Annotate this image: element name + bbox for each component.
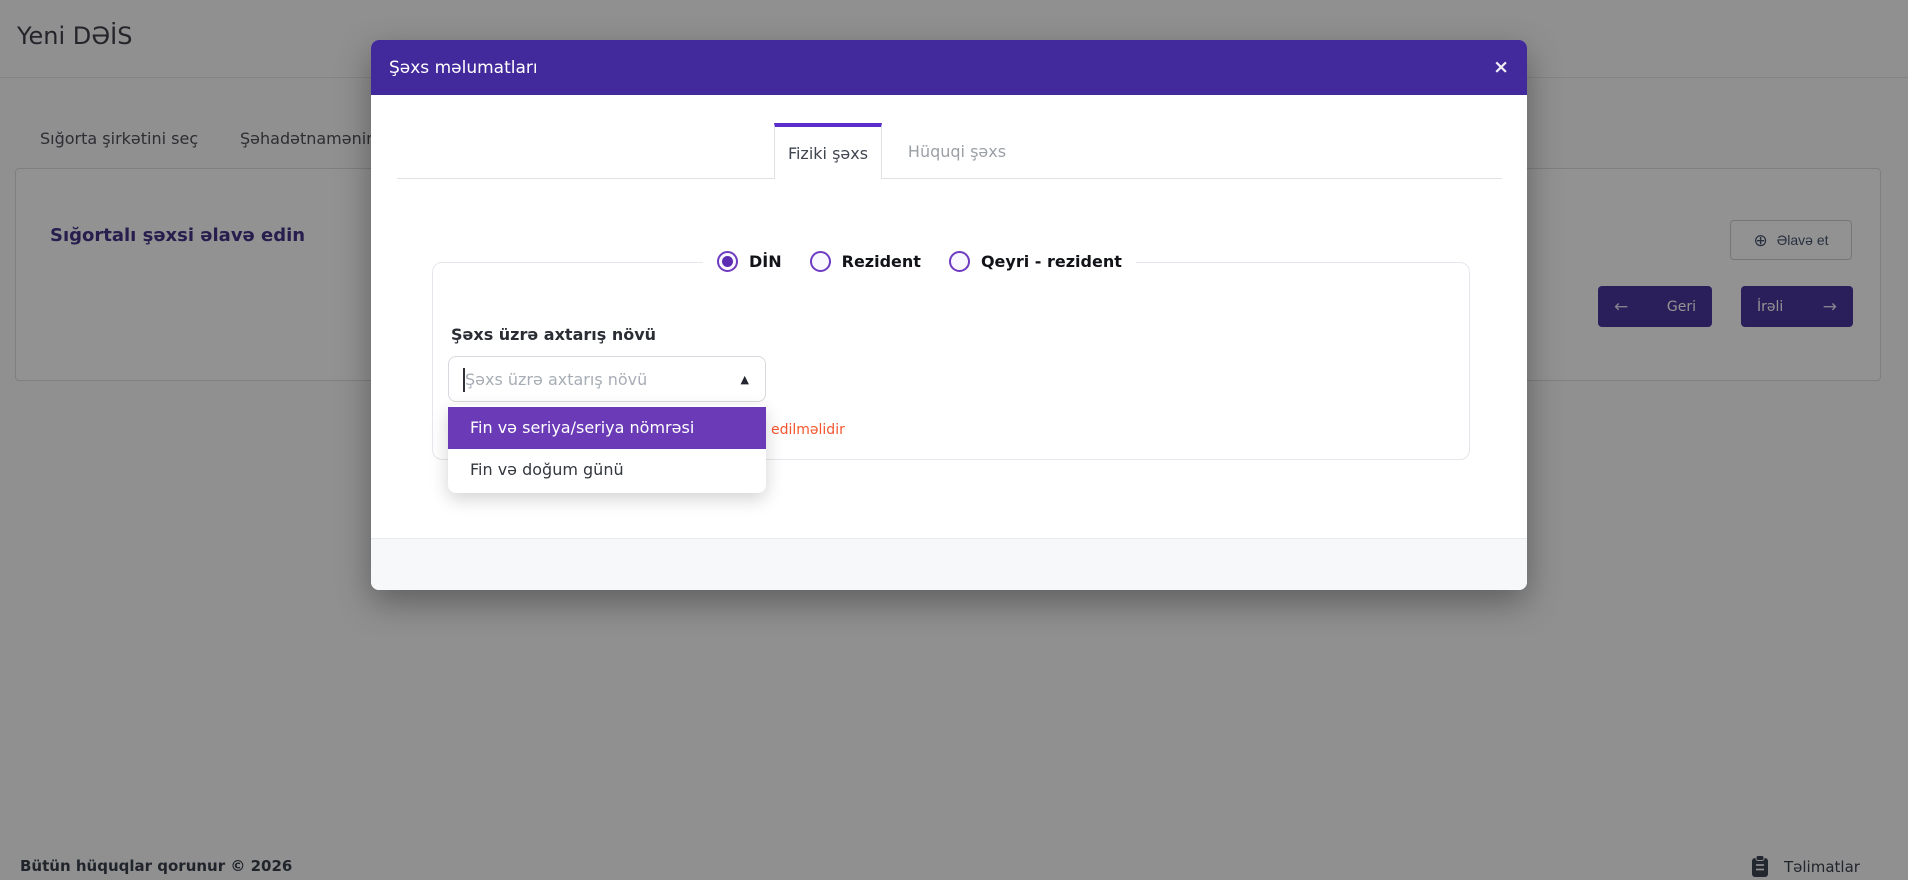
search-type-input[interactable]	[465, 370, 733, 389]
radio-din-circle[interactable]	[717, 251, 738, 272]
modal-footer	[371, 538, 1527, 590]
radio-non-resident-label: Qeyri - rezident	[981, 252, 1122, 271]
radio-non-resident-circle[interactable]	[949, 251, 970, 272]
validation-error-text: edilməlidir	[771, 422, 845, 438]
modal-title: Şəxs məlumatları	[389, 58, 538, 78]
search-type-label: Şəxs üzrə axtarış növü	[451, 325, 656, 344]
tab-physical-person-label: Fiziki şəxs	[788, 144, 868, 163]
tab-legal-person-label: Hüquqi şəxs	[908, 142, 1006, 161]
search-type-dropdown-menu: Fin və seriya/seriya nömrəsi Fin və doğu…	[448, 405, 766, 493]
radio-resident[interactable]: Rezident	[810, 251, 921, 272]
radio-non-resident[interactable]: Qeyri - rezident	[949, 251, 1122, 272]
dropdown-option-fin-seriya[interactable]: Fin və seriya/seriya nömrəsi	[448, 407, 766, 449]
radio-din[interactable]: DİN	[717, 251, 782, 272]
tab-physical-person[interactable]: Fiziki şəxs	[774, 123, 882, 179]
tab-legal-person[interactable]: Hüquqi şəxs	[882, 123, 1032, 179]
person-type-radio-group: DİN Rezident Qeyri - rezident	[703, 239, 1136, 283]
modal-header: Şəxs məlumatları ×	[371, 40, 1527, 95]
dropdown-option-fin-dogum[interactable]: Fin və doğum günü	[448, 449, 766, 491]
radio-din-label: DİN	[749, 252, 782, 271]
search-type-select[interactable]: ▲	[448, 356, 766, 402]
radio-din-dot	[722, 256, 733, 267]
radio-resident-circle[interactable]	[810, 251, 831, 272]
text-cursor	[463, 368, 465, 392]
chevron-up-icon[interactable]: ▲	[741, 373, 749, 386]
radio-resident-label: Rezident	[842, 252, 921, 271]
close-icon[interactable]: ×	[1493, 58, 1509, 77]
person-info-modal: Şəxs məlumatları × Fiziki şəxs Hüquqi şə…	[371, 40, 1527, 590]
